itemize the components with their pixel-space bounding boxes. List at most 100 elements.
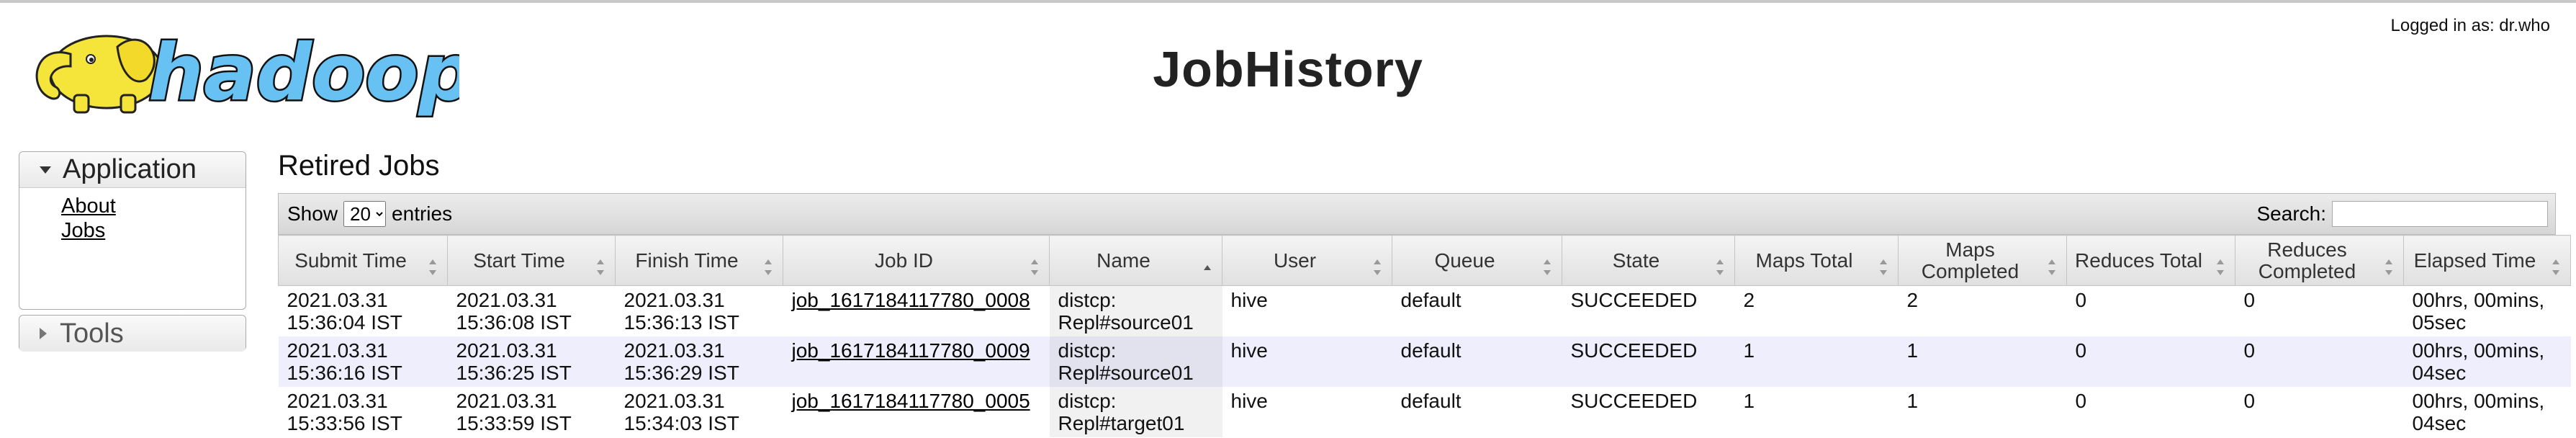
time-text: 15:36:29 IST (623, 362, 739, 384)
col-state[interactable]: State (1562, 235, 1735, 286)
col-maps-completed[interactable]: Maps Completed (1898, 235, 2067, 286)
name-text: distcp: (1058, 390, 1117, 412)
submit-time-cell: 2021.03.31 15:36:16 IST (278, 336, 448, 387)
elapsed-time-cell: 00hrs, 00mins, 04sec (2403, 336, 2571, 387)
col-label: Name (1096, 249, 1150, 272)
entries-label: entries (392, 202, 453, 225)
submit-time-cell: 2021.03.31 15:33:56 IST (278, 387, 448, 437)
sort-asc-icon (1203, 259, 1212, 275)
elapsed-text: 04sec (2412, 412, 2467, 434)
date-text: 2021.03.31 (287, 339, 388, 362)
elapsed-time-cell: 00hrs, 00mins, 05sec (2403, 285, 2571, 336)
job-id-link[interactable]: job_1617184117780_0009 (792, 339, 1030, 362)
col-label: Elapsed Time (2413, 249, 2536, 272)
col-label: State (1612, 249, 1660, 272)
col-label: Reduces Completed (2258, 238, 2356, 282)
col-reduces-completed[interactable]: Reduces Completed (2235, 235, 2404, 286)
sort-icon (596, 259, 605, 275)
table-row: 2021.03.31 15:36:16 IST 2021.03.31 15:36:2… (278, 336, 2571, 387)
col-user[interactable]: User (1222, 235, 1392, 286)
application-label: Application (63, 154, 197, 184)
col-name[interactable]: Name (1049, 235, 1222, 286)
sort-icon (1373, 259, 1382, 275)
col-label: Submit Time (294, 249, 407, 272)
search-input[interactable] (2332, 201, 2548, 227)
sort-icon (2552, 259, 2560, 275)
elapsed-text: 00hrs, 00mins, (2412, 339, 2545, 362)
queue-cell: default (1392, 285, 1562, 336)
reduces-total-cell: 0 (2066, 387, 2235, 437)
time-text: 15:36:13 IST (623, 311, 739, 334)
name-cell: distcp: Repl#source01 (1049, 336, 1222, 387)
name-cell: distcp: Repl#target01 (1049, 387, 1222, 437)
col-label: Finish Time (635, 249, 739, 272)
time-text: 15:36:08 IST (456, 311, 572, 334)
name-text: distcp: (1058, 289, 1117, 311)
sort-icon (1030, 259, 1039, 275)
page-title: JobHistory (1153, 41, 1423, 97)
entries-select[interactable]: 20 (343, 201, 387, 227)
jobs-table: Submit Time Start Time Finish Time Job I… (278, 235, 2571, 437)
sort-icon (1716, 259, 1724, 275)
user-cell: hive (1222, 387, 1392, 437)
col-label: Maps Completed (1921, 238, 2019, 282)
reduces-completed-cell: 0 (2235, 336, 2404, 387)
start-time-cell: 2021.03.31 15:36:08 IST (447, 285, 616, 336)
queue-cell: default (1392, 336, 1562, 387)
jobs-link[interactable]: Jobs (61, 218, 246, 243)
section-title: Retired Jobs (278, 150, 440, 182)
show-label: Show (287, 202, 338, 225)
elapsed-text: 00hrs, 00mins, (2412, 390, 2545, 412)
reduces-completed-cell: 0 (2235, 387, 2404, 437)
state-cell: SUCCEEDED (1562, 285, 1735, 336)
user-cell: hive (1222, 285, 1392, 336)
expand-caret-icon (40, 166, 51, 174)
time-text: 15:34:03 IST (623, 412, 739, 434)
start-time-cell: 2021.03.31 15:36:25 IST (447, 336, 616, 387)
col-elapsed-time[interactable]: Elapsed Time (2403, 235, 2571, 286)
time-text: 15:36:25 IST (456, 362, 572, 384)
application-header[interactable]: Application (19, 152, 246, 188)
col-start-time[interactable]: Start Time (447, 235, 616, 286)
sort-icon (764, 259, 773, 275)
job-id-cell: job_1617184117780_0009 (783, 336, 1050, 387)
reduces-total-cell: 0 (2066, 285, 2235, 336)
elapsed-text: 05sec (2412, 311, 2467, 334)
date-text: 2021.03.31 (456, 289, 557, 311)
col-finish-time[interactable]: Finish Time (615, 235, 783, 286)
name-cell: distcp: Repl#source01 (1049, 285, 1222, 336)
date-text: 2021.03.31 (287, 289, 388, 311)
submit-time-cell: 2021.03.31 15:36:04 IST (278, 285, 448, 336)
top-border (0, 0, 2576, 3)
col-queue[interactable]: Queue (1392, 235, 1562, 286)
name-text: distcp: (1058, 339, 1117, 362)
queue-cell: default (1392, 387, 1562, 437)
name-text: Repl#source01 (1058, 362, 1194, 384)
maps-completed-cell: 1 (1898, 387, 2067, 437)
col-job-id[interactable]: Job ID (783, 235, 1050, 286)
table-header-row: Submit Time Start Time Finish Time Job I… (278, 235, 2571, 286)
table-row: 2021.03.31 15:33:56 IST 2021.03.31 15:33:5… (278, 387, 2571, 437)
finish-time-cell: 2021.03.31 15:36:29 IST (615, 336, 783, 387)
job-id-cell: job_1617184117780_0008 (783, 285, 1050, 336)
col-submit-time[interactable]: Submit Time (278, 235, 448, 286)
col-maps-total[interactable]: Maps Total (1734, 235, 1899, 286)
col-reduces-total[interactable]: Reduces Total (2066, 235, 2235, 286)
job-id-cell: job_1617184117780_0005 (783, 387, 1050, 437)
maps-total-cell: 1 (1734, 336, 1899, 387)
about-link[interactable]: About (61, 194, 246, 218)
sort-icon (2384, 259, 2393, 275)
time-text: 15:36:04 IST (287, 311, 402, 334)
elapsed-text: 04sec (2412, 362, 2467, 384)
col-label: User (1273, 249, 1317, 272)
date-text: 2021.03.31 (456, 390, 557, 412)
maps-completed-cell: 2 (1898, 285, 2067, 336)
date-text: 2021.03.31 (623, 339, 725, 362)
tools-header[interactable]: Tools (19, 316, 246, 352)
elapsed-time-cell: 00hrs, 00mins, 04sec (2403, 387, 2571, 437)
date-text: 2021.03.31 (623, 390, 725, 412)
job-id-link[interactable]: job_1617184117780_0008 (792, 289, 1030, 311)
job-id-link[interactable]: job_1617184117780_0005 (792, 390, 1030, 412)
maps-completed-cell: 1 (1898, 336, 2067, 387)
tools-label: Tools (60, 318, 124, 349)
